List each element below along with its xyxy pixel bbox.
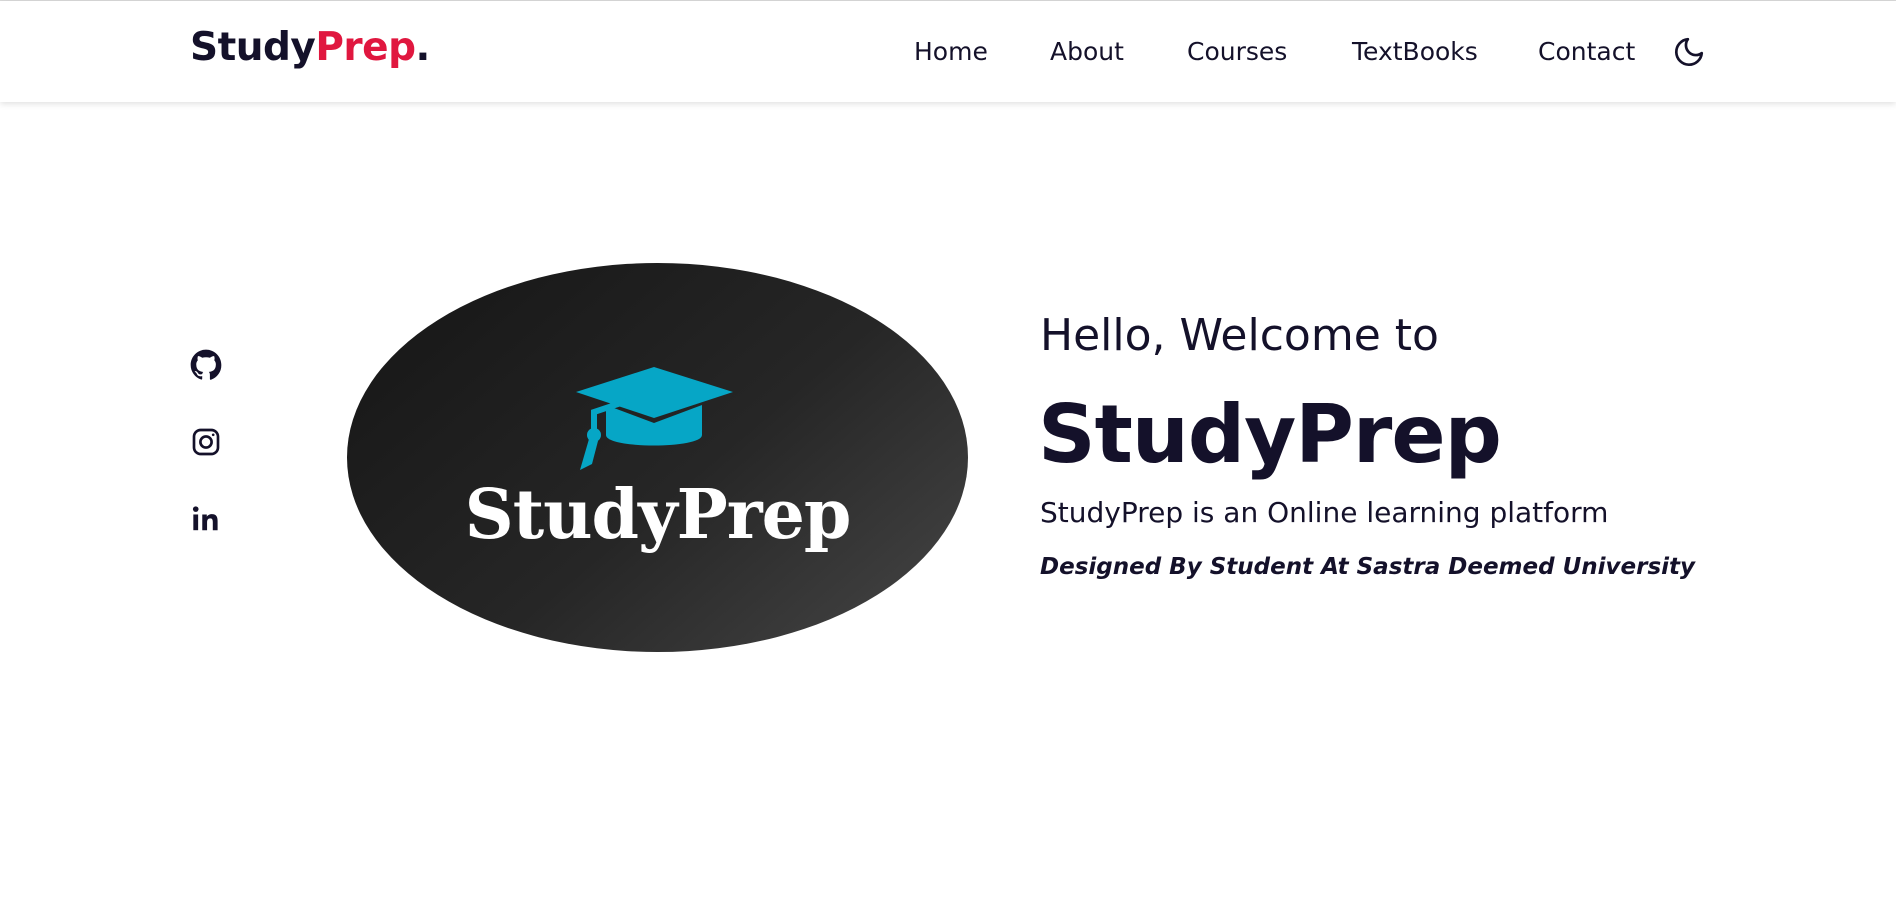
hero-description: StudyPrep is an Online learning platform [1040, 496, 1609, 529]
instagram-icon [192, 428, 220, 456]
nav-contact[interactable]: Contact [1538, 37, 1635, 66]
hero-greeting: Hello, Welcome to [1040, 310, 1439, 361]
hero-logo-image: StudyPrep [347, 263, 968, 652]
nav-home[interactable]: Home [914, 37, 988, 66]
brand-logo[interactable]: StudyPrep. [190, 25, 430, 70]
hero-credit: Designed By Student At Sastra Deemed Uni… [1040, 554, 1696, 580]
linkedin-icon [192, 506, 218, 531]
moon-icon [1675, 37, 1704, 66]
nav-about[interactable]: About [1050, 37, 1124, 66]
github-icon [190, 349, 222, 380]
logo-wordmark: StudyPrep [464, 475, 852, 555]
hero-content: Hello, Welcome to StudyPrep StudyPrep is… [1038, 310, 1695, 580]
theme-toggle-button[interactable] [1672, 35, 1706, 69]
github-link[interactable] [190, 349, 222, 381]
nav-courses[interactable]: Courses [1187, 37, 1287, 66]
brand-dot: . [415, 25, 431, 70]
site-header: StudyPrep. Home About Courses TextBooks … [0, 1, 1896, 102]
brand-part-prep: Prep [315, 25, 416, 70]
graduation-cap-icon [576, 367, 733, 470]
hero-title: StudyPrep [1038, 388, 1502, 481]
nav-textbooks[interactable]: TextBooks [1352, 37, 1478, 66]
linkedin-link[interactable] [190, 503, 222, 535]
instagram-link[interactable] [190, 426, 222, 458]
brand-part-study: Study [190, 25, 316, 70]
